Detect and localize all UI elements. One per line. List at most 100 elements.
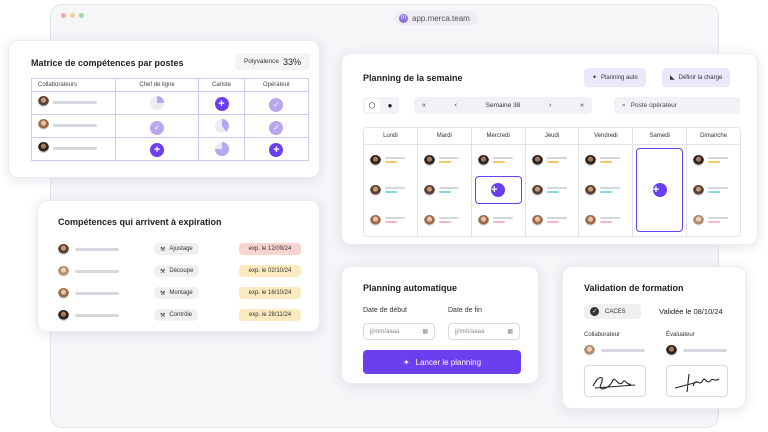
avatar [58, 265, 69, 277]
first-week-icon[interactable]: « [422, 102, 426, 109]
column-header: Opérateur [243, 78, 310, 92]
add-skill-icon[interactable]: + [150, 143, 165, 157]
shift-slot[interactable] [585, 180, 626, 200]
add-shift-button[interactable]: + [636, 148, 684, 232]
skill-three-quarter-icon[interactable] [214, 141, 229, 156]
day-column: Mardi [417, 128, 472, 236]
shift-slot[interactable] [423, 180, 465, 200]
next-week-icon[interactable]: › [549, 102, 551, 109]
end-date-label: Date de fin [448, 307, 482, 314]
shift-slot[interactable] [693, 180, 734, 200]
column-header: Collaborateurs [31, 78, 116, 92]
day-label: Dimanche [687, 128, 741, 145]
last-week-icon[interactable]: » [580, 102, 584, 109]
skills-matrix-table: Collaborateurs Chef de ligne Cariste Opé… [31, 78, 310, 161]
launch-planning-button[interactable]: ✦ Lancer le planning [363, 350, 521, 374]
avatar [38, 119, 49, 130]
day-label: Mardi [417, 128, 471, 145]
avatar [666, 345, 677, 356]
add-skill-icon[interactable]: + [214, 97, 229, 111]
collaborator-signature [584, 365, 646, 397]
shift-slot[interactable] [370, 210, 411, 230]
post-view-icon[interactable]: ⬡ [364, 99, 380, 112]
avatar [58, 243, 69, 255]
list-item[interactable] [58, 263, 119, 279]
add-skill-icon[interactable]: + [269, 143, 284, 157]
shift-slot[interactable] [585, 150, 626, 170]
end-date-field[interactable]: jj/mm/aaaa ▦ [448, 323, 520, 340]
shift-slot[interactable] [370, 180, 411, 200]
skill-check-icon[interactable]: ✓ [269, 121, 284, 135]
address-bar[interactable]: m app.merca.team [395, 11, 478, 25]
matrix-title: Matrice de compétences par postes [31, 58, 184, 68]
skill-partial-icon[interactable] [214, 118, 229, 133]
name-placeholder [75, 313, 119, 317]
magic-wand-icon: ✦ [402, 357, 410, 367]
week-grid: Lundi Mardi Mercredi + Jeudi Vendredi Sa… [363, 127, 741, 237]
close-dot-icon[interactable] [61, 12, 66, 18]
skill-tag: ⚒ Montage [154, 287, 199, 299]
shift-slot[interactable] [531, 150, 573, 170]
search-placeholder: Poste opérateur [630, 102, 677, 109]
evaluator-info [666, 345, 727, 356]
shift-slot[interactable] [477, 150, 519, 170]
calendar-icon: ▦ [507, 329, 513, 335]
search-input[interactable]: ⌕ Poste opérateur [614, 97, 740, 114]
list-item[interactable] [58, 241, 119, 257]
evaluator-signature [666, 365, 728, 397]
day-label: Lundi [364, 128, 417, 145]
collaborator-info [584, 345, 645, 356]
shift-slot[interactable] [693, 150, 734, 170]
polyvalence-label: Polyvalence [243, 58, 280, 65]
calendar-icon: ▦ [422, 329, 428, 335]
week-label: Semaine 38 [485, 102, 521, 109]
auto-title: Planning automatique [363, 283, 458, 293]
shift-slot[interactable] [477, 210, 519, 230]
plus-icon: + [491, 183, 506, 197]
list-item[interactable] [58, 285, 119, 301]
avatar [584, 345, 595, 356]
skill-check-icon[interactable]: ✓ [150, 121, 165, 135]
tools-icon: ⚒ [160, 246, 166, 253]
name-placeholder [75, 247, 119, 251]
table-row: + ✓ [31, 91, 310, 115]
shift-slot[interactable] [370, 150, 411, 170]
skill-quarter-icon[interactable] [150, 95, 165, 110]
arm-icon: ◣ [670, 75, 675, 81]
shift-slot[interactable] [531, 180, 573, 200]
day-label: Mercredi [471, 128, 525, 145]
minimize-dot-icon[interactable] [70, 12, 75, 18]
list-item[interactable] [58, 307, 119, 323]
polyvalence-value: 33% [283, 56, 302, 67]
add-shift-button[interactable]: + [474, 176, 522, 204]
day-column: Samedi + [633, 128, 688, 236]
shift-slot[interactable] [423, 150, 465, 170]
name-placeholder [75, 291, 119, 295]
shift-slot[interactable] [423, 210, 465, 230]
day-label: Samedi [633, 128, 687, 145]
polyvalence-badge: Polyvalence 33% [235, 53, 310, 70]
expiry-date-badge: exp. le 28/11/24 [239, 309, 301, 321]
person-view-icon[interactable]: ● [383, 99, 398, 112]
maximize-dot-icon[interactable] [79, 12, 84, 18]
auto-planning-button[interactable]: ✦ Planning auto [584, 68, 646, 87]
start-date-field[interactable]: jj/mm/aaaa ▦ [363, 323, 435, 340]
skill-check-icon[interactable]: ✓ [269, 98, 284, 112]
name-placeholder [53, 147, 98, 151]
shift-slot[interactable] [531, 210, 573, 230]
week-navigator: « ‹ Semaine 38 › » [414, 97, 592, 114]
name-placeholder [53, 124, 98, 128]
expiry-date-badge: exp. le 12/09/24 [239, 243, 301, 255]
expiry-date-badge: exp. le 16/10/24 [239, 287, 301, 299]
shift-slot[interactable] [693, 210, 734, 230]
view-toggle: ⬡ ● [363, 97, 399, 114]
prev-week-icon[interactable]: ‹ [455, 102, 457, 109]
name-placeholder [601, 349, 645, 352]
define-load-button[interactable]: ◣ Définir la charge [662, 68, 731, 87]
column-header: Cariste [198, 78, 245, 92]
table-row: ✓ ✓ [31, 114, 310, 138]
shift-slot[interactable] [585, 210, 626, 230]
name-placeholder [75, 269, 119, 273]
skill-tag: ⚒ Contrôle [154, 309, 199, 321]
tools-icon: ⚒ [160, 268, 166, 275]
